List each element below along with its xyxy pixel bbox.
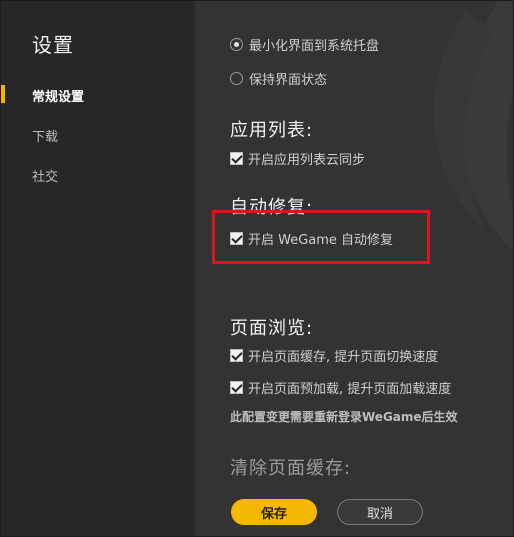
relogin-required-note: 此配置变更需要重新登录WeGame后生效 bbox=[230, 410, 458, 424]
auto-repair-section-title: 自动修复: bbox=[230, 197, 314, 218]
checkbox-page-cache[interactable]: 开启页面缓存, 提升页面切换速度 bbox=[230, 346, 438, 365]
checkbox-wegame-auto-repair-label: 开启 WeGame 自动修复 bbox=[248, 233, 394, 248]
checkbox-app-list-cloud-sync[interactable]: 开启应用列表云同步 bbox=[230, 149, 365, 168]
settings-title: 设置 bbox=[32, 33, 74, 57]
checkbox-checked-icon[interactable] bbox=[230, 349, 243, 362]
page-browse-section-title: 页面浏览: bbox=[230, 318, 314, 339]
sidebar-item-download[interactable]: 下载 bbox=[32, 126, 58, 145]
checkbox-app-list-cloud-sync-label: 开启应用列表云同步 bbox=[248, 153, 366, 168]
checkbox-page-preload-label: 开启页面预加载, 提升页面加载速度 bbox=[248, 382, 452, 397]
radio-keep-window-state-label: 保持界面状态 bbox=[249, 73, 328, 88]
radio-selected-icon[interactable] bbox=[230, 38, 243, 51]
sidebar-item-social[interactable]: 社交 bbox=[32, 166, 58, 185]
checkbox-checked-icon[interactable] bbox=[230, 381, 243, 394]
checkbox-page-cache-label: 开启页面缓存, 提升页面切换速度 bbox=[248, 350, 439, 365]
app-list-section-title: 应用列表: bbox=[230, 120, 314, 141]
radio-keep-window-state[interactable]: 保持界面状态 bbox=[230, 69, 327, 88]
radio-minimize-to-tray[interactable]: 最小化界面到系统托盘 bbox=[230, 35, 379, 54]
clear-cache-section-title: 清除页面缓存: bbox=[230, 458, 352, 479]
sidebar: 设置 常规设置 下载 社交 bbox=[1, 1, 195, 536]
active-nav-indicator bbox=[1, 85, 5, 103]
cancel-button[interactable]: 取消 bbox=[337, 499, 423, 525]
settings-window: 设置 常规设置 下载 社交 最小化界面到系统托盘 保持界面状态 应用列表: 开启… bbox=[0, 0, 514, 537]
sidebar-item-general[interactable]: 常规设置 bbox=[32, 86, 84, 105]
checkbox-checked-icon[interactable] bbox=[230, 232, 243, 245]
radio-minimize-to-tray-label: 最小化界面到系统托盘 bbox=[249, 39, 380, 54]
checkbox-wegame-auto-repair[interactable]: 开启 WeGame 自动修复 bbox=[230, 229, 393, 248]
settings-content: 最小化界面到系统托盘 保持界面状态 应用列表: 开启应用列表云同步 自动修复: … bbox=[195, 1, 513, 536]
save-button[interactable]: 保存 bbox=[231, 499, 317, 525]
checkbox-checked-icon[interactable] bbox=[230, 152, 243, 165]
radio-unselected-icon[interactable] bbox=[230, 72, 243, 85]
checkbox-page-preload[interactable]: 开启页面预加载, 提升页面加载速度 bbox=[230, 378, 451, 397]
